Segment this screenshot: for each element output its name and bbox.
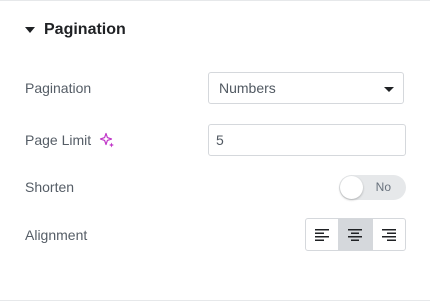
alignment-label: Alignment <box>25 227 88 243</box>
chevron-down-icon <box>384 87 394 92</box>
pagination-select[interactable]: Numbers <box>208 72 404 104</box>
section-header-pagination[interactable]: Pagination <box>25 20 126 40</box>
caret-down-icon <box>25 27 35 33</box>
page-limit-input[interactable] <box>208 124 406 156</box>
align-center-icon <box>348 228 363 241</box>
align-left-button[interactable] <box>306 219 340 250</box>
align-left-icon <box>315 228 330 241</box>
toggle-state-text: No <box>375 180 391 194</box>
align-right-button[interactable] <box>373 219 405 250</box>
page-limit-label-row: Page Limit <box>25 130 115 150</box>
shorten-label: Shorten <box>25 179 75 195</box>
page-limit-label: Page Limit <box>25 132 92 148</box>
align-right-icon <box>381 228 396 241</box>
alignment-button-group <box>305 218 406 251</box>
align-center-button[interactable] <box>339 219 373 250</box>
section-title: Pagination <box>44 21 126 38</box>
panel-top-divider <box>0 0 430 1</box>
toggle-knob <box>340 176 363 199</box>
pagination-label: Pagination <box>25 80 92 96</box>
pagination-select-value: Numbers <box>219 80 276 96</box>
panel-bottom-divider <box>0 300 430 301</box>
ai-sparkle-icon[interactable] <box>99 132 115 148</box>
shorten-toggle[interactable]: No <box>339 175 406 200</box>
